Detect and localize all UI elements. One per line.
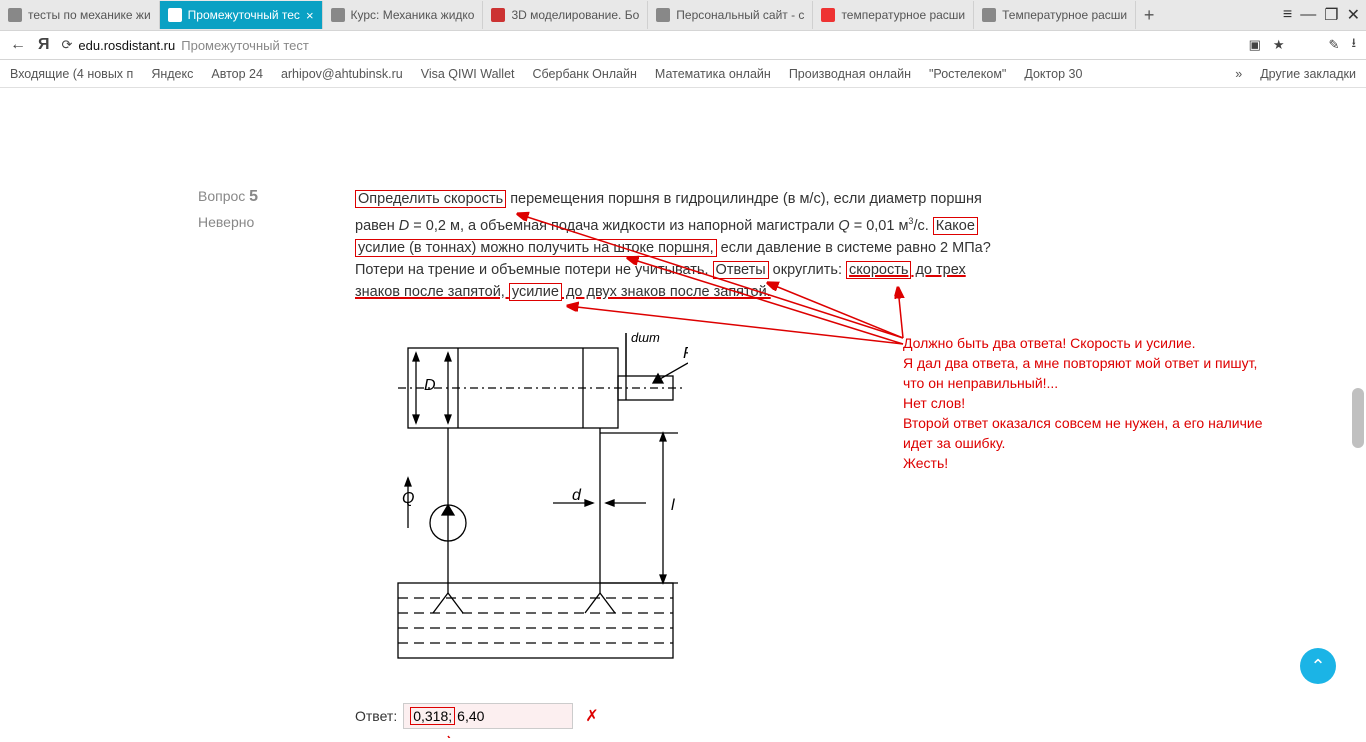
url-box[interactable]: ⟳ edu.rosdistant.ru Промежуточный тест bbox=[62, 37, 1237, 53]
url-title: Промежуточный тест bbox=[181, 38, 309, 53]
answer-row: Ответ: 0,318;6,40 ✗ bbox=[355, 703, 599, 729]
scrollbar-thumb[interactable] bbox=[1352, 388, 1364, 448]
bookmark-item[interactable]: arhipov@ahtubinsk.ru bbox=[281, 67, 403, 81]
reload-icon[interactable]: ⟳ bbox=[62, 37, 73, 53]
shield-icon[interactable]: ▣ bbox=[1249, 37, 1261, 53]
wrong-label: Неверно bbox=[198, 214, 338, 230]
menu-icon[interactable]: ≡ bbox=[1283, 6, 1292, 24]
tab-3[interactable]: 3D моделирование. Бо bbox=[483, 1, 648, 29]
yandex-button[interactable]: Я bbox=[38, 36, 50, 54]
question-number: Вопрос 5 bbox=[198, 188, 338, 206]
bookmark-item[interactable]: Яндекс bbox=[151, 67, 193, 81]
scroll-top-button[interactable]: ⌃ bbox=[1300, 648, 1336, 684]
bookmark-item[interactable]: Производная онлайн bbox=[789, 67, 911, 81]
svg-text:Q: Q bbox=[402, 490, 414, 507]
svg-text:F: F bbox=[683, 345, 688, 362]
bookmark-item[interactable]: Visa QIWI Wallet bbox=[421, 67, 515, 81]
url-domain: edu.rosdistant.ru bbox=[78, 38, 175, 53]
question-sidebar: Вопрос 5 Неверно bbox=[198, 188, 338, 230]
minimize-icon[interactable]: — bbox=[1300, 6, 1316, 24]
hydraulic-diagram: D Q d l F dшт bbox=[388, 328, 688, 678]
wrong-icon: ✗ bbox=[585, 706, 598, 726]
download-icon[interactable]: ⭳ bbox=[1351, 34, 1356, 56]
tab-1-active[interactable]: Промежуточный тес× bbox=[160, 1, 323, 29]
svg-text:l: l bbox=[671, 497, 675, 514]
address-bar: ← Я ⟳ edu.rosdistant.ru Промежуточный те… bbox=[0, 30, 1366, 60]
question-text: Определить скорость перемещения поршня в… bbox=[355, 188, 1055, 303]
bookmark-item[interactable]: Математика онлайн bbox=[655, 67, 771, 81]
bookmark-item[interactable]: Сбербанк Онлайн bbox=[533, 67, 637, 81]
answer-input[interactable]: 0,318;6,40 bbox=[403, 703, 573, 729]
tab-2[interactable]: Курс: Механика жидко bbox=[323, 1, 484, 29]
tab-4[interactable]: Персональный сайт - с bbox=[648, 1, 813, 29]
svg-text:D: D bbox=[424, 377, 436, 394]
tab-5[interactable]: температурное расши bbox=[813, 1, 974, 29]
bookmark-item[interactable]: "Ростелеком" bbox=[929, 67, 1006, 81]
user-annotation: Должно быть два ответа! Скорость и усили… bbox=[903, 333, 1323, 473]
bookmark-item[interactable]: Автор 24 bbox=[211, 67, 263, 81]
close-icon[interactable]: × bbox=[306, 8, 314, 23]
titlebar: тесты по механике жи Промежуточный тес× … bbox=[0, 0, 1366, 30]
tab-0[interactable]: тесты по механике жи bbox=[0, 1, 160, 29]
bookmarks-bar: Входящие (4 новых п Яндекс Автор 24 arhi… bbox=[0, 60, 1366, 88]
new-tab-button[interactable]: + bbox=[1136, 5, 1162, 26]
maximize-icon[interactable]: ❐ bbox=[1324, 5, 1338, 25]
svg-text:dшт: dшт bbox=[631, 330, 660, 345]
tab-6[interactable]: Температурное расши bbox=[974, 1, 1136, 29]
favorite-icon[interactable]: ★ bbox=[1273, 37, 1285, 53]
svg-text:d: d bbox=[572, 487, 582, 504]
feather-icon[interactable]: ✎ bbox=[1329, 37, 1340, 53]
back-button[interactable]: ← bbox=[10, 36, 26, 54]
bookmark-item[interactable]: Доктор 30 bbox=[1024, 67, 1082, 81]
answer-label: Ответ: bbox=[355, 708, 397, 724]
bookmark-item[interactable]: Входящие (4 новых п bbox=[10, 67, 133, 81]
other-bookmarks[interactable]: Другие закладки bbox=[1260, 67, 1356, 81]
more-bookmarks-chevron[interactable]: » bbox=[1235, 67, 1242, 81]
close-window-icon[interactable]: ✕ bbox=[1347, 5, 1360, 25]
